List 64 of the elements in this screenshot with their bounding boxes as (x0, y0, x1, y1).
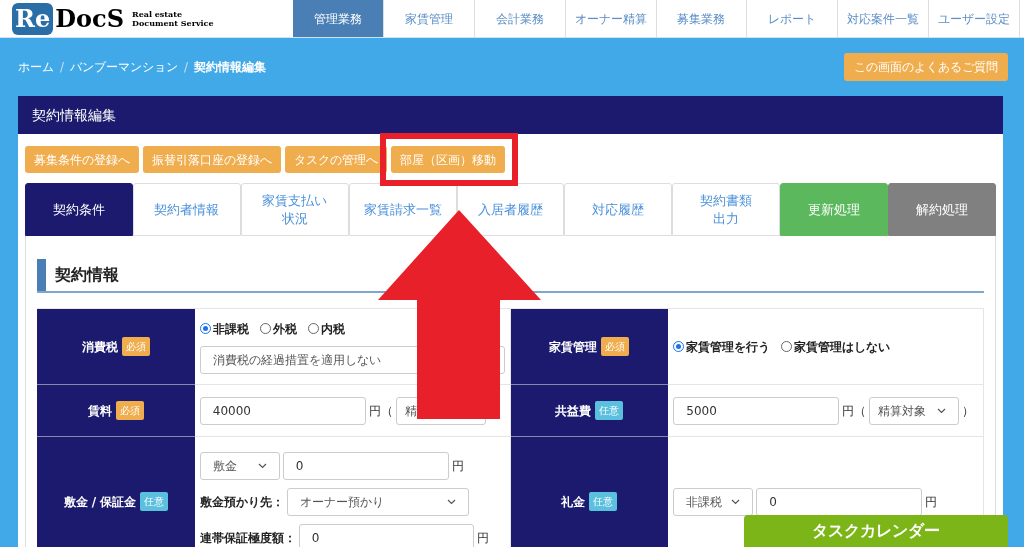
chevron-down-icon (731, 498, 741, 505)
unit-text: 円 (476, 529, 489, 547)
section-title: 契約情報 (55, 264, 119, 286)
field-name: 礼金 (561, 493, 586, 511)
field-name: 家賃管理 (549, 338, 598, 356)
logo-tagline: Real estate (132, 9, 183, 19)
section-marker (37, 259, 46, 291)
breadcrumb-current: 契約情報編集 (194, 59, 267, 76)
chevron-down-icon (257, 462, 267, 469)
action-button[interactable]: 募集条件の登録へ (25, 146, 139, 173)
chevron-down-icon (446, 498, 456, 505)
action-button[interactable]: タスクの管理へ (285, 146, 387, 173)
tab[interactable]: 契約者情報 (132, 183, 241, 236)
badge: 任意 (595, 401, 624, 420)
action-button[interactable]: 振替引落口座の登録へ (143, 146, 281, 173)
select-field[interactable]: 精算対象 (869, 396, 960, 425)
card-title: 契約情報編集 (32, 105, 116, 125)
input-field[interactable]: 0 (298, 523, 474, 547)
chevron-down-icon (937, 407, 947, 414)
radio-label[interactable]: 家賃管理はしない (794, 337, 891, 356)
breadcrumb-link[interactable]: バンブーマンション (70, 58, 179, 76)
breadcrumb-link[interactable]: ホーム (18, 58, 54, 76)
unit-text: ） (962, 402, 975, 420)
input-field[interactable]: 5000 (673, 396, 840, 425)
unit-text: 円 (451, 457, 464, 475)
action-button[interactable]: 部屋（区画）移動 (391, 146, 505, 173)
field-name: 賃料 (87, 402, 112, 420)
input-field[interactable]: 0 (756, 487, 923, 516)
unit-text: 円（ (368, 402, 393, 420)
select-field[interactable]: オーナー預かり (286, 487, 469, 516)
select-field[interactable]: 敷金 (199, 451, 280, 480)
input-field[interactable]: 40000 (199, 396, 366, 425)
breadcrumb-separator: / (60, 59, 65, 76)
unit-text: 円 (925, 493, 938, 511)
tab[interactable]: 契約書類 出力 (672, 183, 781, 236)
badge: 必須 (115, 401, 144, 420)
badge: 任意 (589, 492, 618, 511)
process-button[interactable]: 解約処理 (888, 183, 996, 236)
badge: 必須 (601, 337, 630, 356)
tab[interactable]: 対応履歴 (564, 183, 673, 236)
badge: 必須 (121, 337, 150, 356)
tab[interactable]: 家賃支払い 状況 (240, 183, 349, 236)
select-field[interactable]: 非課税 (673, 487, 754, 516)
process-button[interactable]: 更新処理 (780, 183, 889, 236)
unit-text: 円（ (842, 402, 867, 420)
field-name: 敷金 / 保証金 (63, 493, 137, 511)
logo-tagline: Document Service (132, 18, 214, 28)
field-label: 敷金預かり先： (199, 493, 284, 511)
field-name: 共益費 (555, 402, 592, 420)
nav-tab[interactable]: 管理業務 (293, 0, 384, 37)
tab[interactable]: 契約条件 (25, 183, 133, 236)
faq-button[interactable]: この画面のよくあるご質問 (844, 53, 1008, 81)
radio-label[interactable]: 家賃管理を行う (686, 337, 771, 356)
task-calendar-button[interactable]: タスクカレンダー (744, 515, 1008, 547)
logo-text: DocS (55, 2, 124, 35)
field-label: 連帯保証極度額： (199, 529, 296, 547)
input-field[interactable]: 0 (282, 451, 449, 480)
radio-label[interactable]: 非課税 (212, 319, 249, 338)
breadcrumb-separator: / (184, 59, 189, 76)
badge: 任意 (140, 492, 169, 511)
field-name: 消費税 (81, 338, 118, 356)
radio-label[interactable]: 外税 (272, 319, 297, 338)
logo-mark: Re (12, 2, 54, 35)
radio-label[interactable]: 内税 (320, 319, 345, 338)
